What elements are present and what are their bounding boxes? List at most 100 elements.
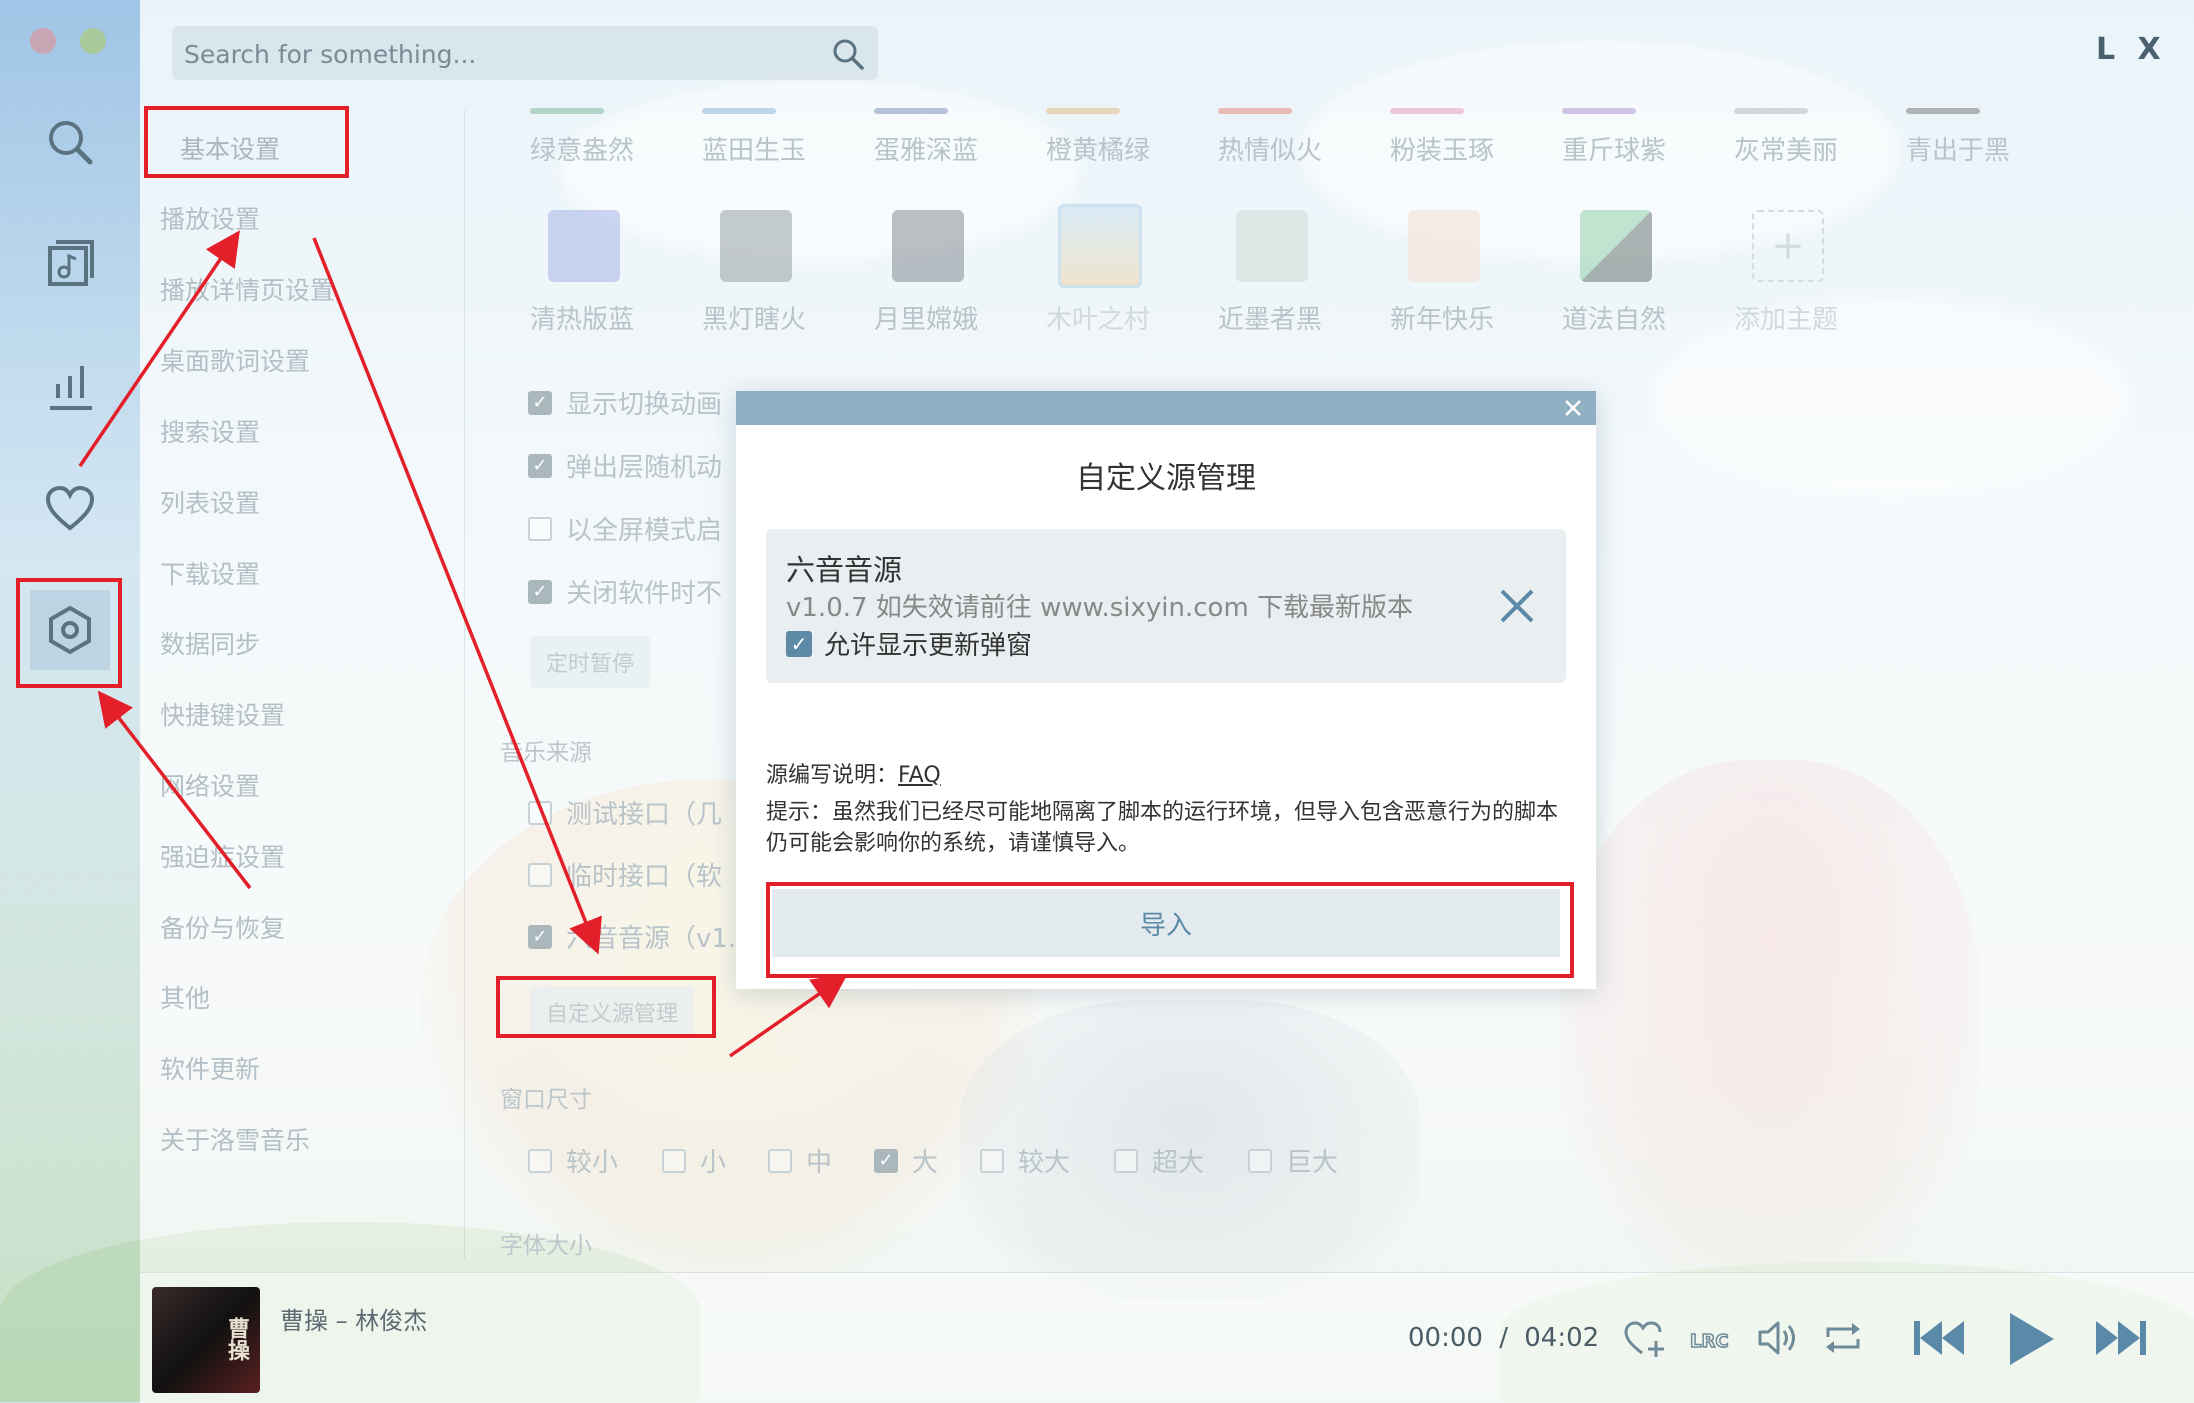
- option-close-behavior[interactable]: 关闭软件时不: [528, 573, 722, 610]
- option-label: 小: [700, 1148, 727, 1178]
- nav-item-ocd[interactable]: 强迫症设置: [160, 838, 285, 874]
- rail-charts-button[interactable]: [30, 346, 110, 426]
- theme-name: 灰常美丽: [1734, 136, 1839, 166]
- add-theme-button[interactable]: +: [1752, 210, 1824, 282]
- theme-option[interactable]: 灰常美丽: [1734, 108, 1839, 167]
- theme-swatch[interactable]: [892, 210, 964, 282]
- repeat-button[interactable]: [1820, 1315, 1866, 1361]
- nav-item-label: 搜索设置: [160, 418, 261, 447]
- close-icon[interactable]: [1560, 395, 1586, 421]
- nav-item-list[interactable]: 列表设置: [160, 484, 260, 520]
- faq-link[interactable]: FAQ: [898, 763, 941, 788]
- rail-search-button[interactable]: [30, 102, 110, 182]
- option-fullscreen-start[interactable]: 以全屏模式启: [528, 510, 722, 547]
- checkbox[interactable]: [980, 1148, 1004, 1173]
- search-icon[interactable]: [830, 36, 866, 72]
- search-input[interactable]: [182, 26, 806, 82]
- nav-item-other[interactable]: 其他: [160, 979, 210, 1015]
- window-minimize-dot[interactable]: [80, 28, 106, 54]
- size-option-large[interactable]: 大: [874, 1142, 938, 1179]
- theme-option[interactable]: 青出于黑: [1906, 108, 2010, 167]
- checkbox[interactable]: [1248, 1148, 1272, 1173]
- nav-item-desktop-lyrics[interactable]: 桌面歌词设置: [160, 342, 310, 378]
- size-option-smaller[interactable]: 较小: [528, 1142, 618, 1179]
- rail-library-button[interactable]: [30, 224, 110, 304]
- window-size-title: 窗口尺寸: [500, 1087, 592, 1113]
- theme-color-bar: [1562, 108, 1636, 114]
- size-option-medium[interactable]: 中: [768, 1142, 832, 1179]
- theme-color-bar: [1734, 108, 1808, 114]
- checkbox[interactable]: [1114, 1148, 1138, 1173]
- checkbox[interactable]: [528, 1148, 552, 1173]
- timer-pause-button[interactable]: 定时暂停: [530, 636, 651, 688]
- theme-swatch[interactable]: [1236, 210, 1308, 282]
- source-option-temp[interactable]: 临时接口（软: [528, 856, 722, 893]
- theme-swatch[interactable]: [1408, 210, 1480, 282]
- checkbox[interactable]: [662, 1148, 686, 1173]
- play-icon: [2010, 1313, 2054, 1365]
- theme-name: 橙黄橘绿: [1046, 136, 1151, 166]
- theme-option[interactable]: 蓝田生玉: [702, 108, 806, 167]
- nav-item-backup[interactable]: 备份与恢复: [160, 909, 285, 945]
- size-option-huge[interactable]: 巨大: [1248, 1142, 1338, 1179]
- source-option-sixyin[interactable]: 六音音源（v1.: [528, 918, 736, 955]
- checkbox[interactable]: [528, 862, 552, 887]
- checkbox[interactable]: [528, 800, 552, 825]
- source-option-test[interactable]: 测试接口（几: [528, 794, 722, 831]
- remove-source-icon[interactable]: [1494, 583, 1540, 629]
- nav-item-playback[interactable]: 播放设置: [160, 200, 260, 236]
- plus-icon: +: [1771, 223, 1805, 269]
- theme-option[interactable]: 热情似火: [1218, 108, 1323, 167]
- theme-color-bar: [1218, 108, 1292, 114]
- theme-name: 热情似火: [1218, 136, 1323, 166]
- theme-option[interactable]: 重斤球紫: [1562, 108, 1666, 167]
- theme-option[interactable]: 蛋雅深蓝: [874, 108, 978, 167]
- checkbox[interactable]: [528, 390, 552, 415]
- nav-item-hotkeys[interactable]: 快捷键设置: [160, 696, 285, 732]
- theme-option[interactable]: 橙黄橘绿: [1046, 108, 1151, 167]
- next-icon: [2096, 1321, 2146, 1355]
- theme-swatch[interactable]: [1580, 210, 1652, 282]
- size-option-small[interactable]: 小: [662, 1142, 726, 1179]
- checkbox[interactable]: [874, 1148, 898, 1173]
- previous-button[interactable]: [1910, 1313, 1968, 1363]
- album-cover[interactable]: 曹操: [152, 1287, 260, 1393]
- play-button[interactable]: [2002, 1309, 2058, 1369]
- checkbox[interactable]: [528, 516, 552, 541]
- option-show-animation[interactable]: 显示切换动画: [528, 384, 722, 421]
- nav-item-sync[interactable]: 数据同步: [160, 625, 260, 661]
- theme-color-bar: [1390, 108, 1464, 114]
- checkbox[interactable]: [528, 924, 552, 949]
- theme-color-bar: [702, 108, 776, 114]
- nav-item-search[interactable]: 搜索设置: [160, 413, 260, 449]
- lyrics-button[interactable]: LRC: [1688, 1315, 1734, 1361]
- option-random-animation[interactable]: 弹出层随机动: [528, 447, 722, 484]
- checkbox[interactable]: ✓: [786, 630, 812, 657]
- theme-swatch[interactable]: [1058, 204, 1142, 288]
- nav-item-about[interactable]: 关于洛雪音乐: [160, 1121, 310, 1157]
- checkbox[interactable]: [768, 1148, 792, 1173]
- size-option-xlarge[interactable]: 超大: [1114, 1142, 1204, 1179]
- nav-item-network[interactable]: 网络设置: [160, 767, 260, 803]
- theme-swatch[interactable]: [720, 210, 792, 282]
- size-option-larger[interactable]: 较大: [980, 1142, 1070, 1179]
- nav-item-label: 快捷键设置: [160, 701, 286, 730]
- theme-option[interactable]: 绿意盎然: [530, 108, 634, 167]
- rail-favorites-button[interactable]: [30, 468, 110, 548]
- checkbox[interactable]: [528, 579, 552, 604]
- theme-name: 添加主题: [1734, 305, 1839, 335]
- window-close-dot[interactable]: [30, 28, 56, 54]
- theme-option[interactable]: 粉装玉琢: [1390, 108, 1494, 167]
- nav-item-play-detail[interactable]: 播放详情页设置: [160, 271, 335, 307]
- theme-color-bar: [1046, 108, 1120, 114]
- favorite-button[interactable]: [1622, 1315, 1668, 1361]
- nav-item-download[interactable]: 下载设置: [160, 555, 260, 591]
- checkbox[interactable]: [528, 453, 552, 478]
- volume-button[interactable]: [1754, 1315, 1800, 1361]
- duration: 04:02: [1524, 1323, 1600, 1353]
- allow-update-toggle[interactable]: ✓ 允许显示更新弹窗: [786, 625, 1032, 662]
- nav-item-update[interactable]: 软件更新: [160, 1050, 260, 1086]
- theme-swatch[interactable]: [548, 210, 620, 282]
- annotation-box-import: [766, 882, 1574, 978]
- next-button[interactable]: [2092, 1313, 2150, 1363]
